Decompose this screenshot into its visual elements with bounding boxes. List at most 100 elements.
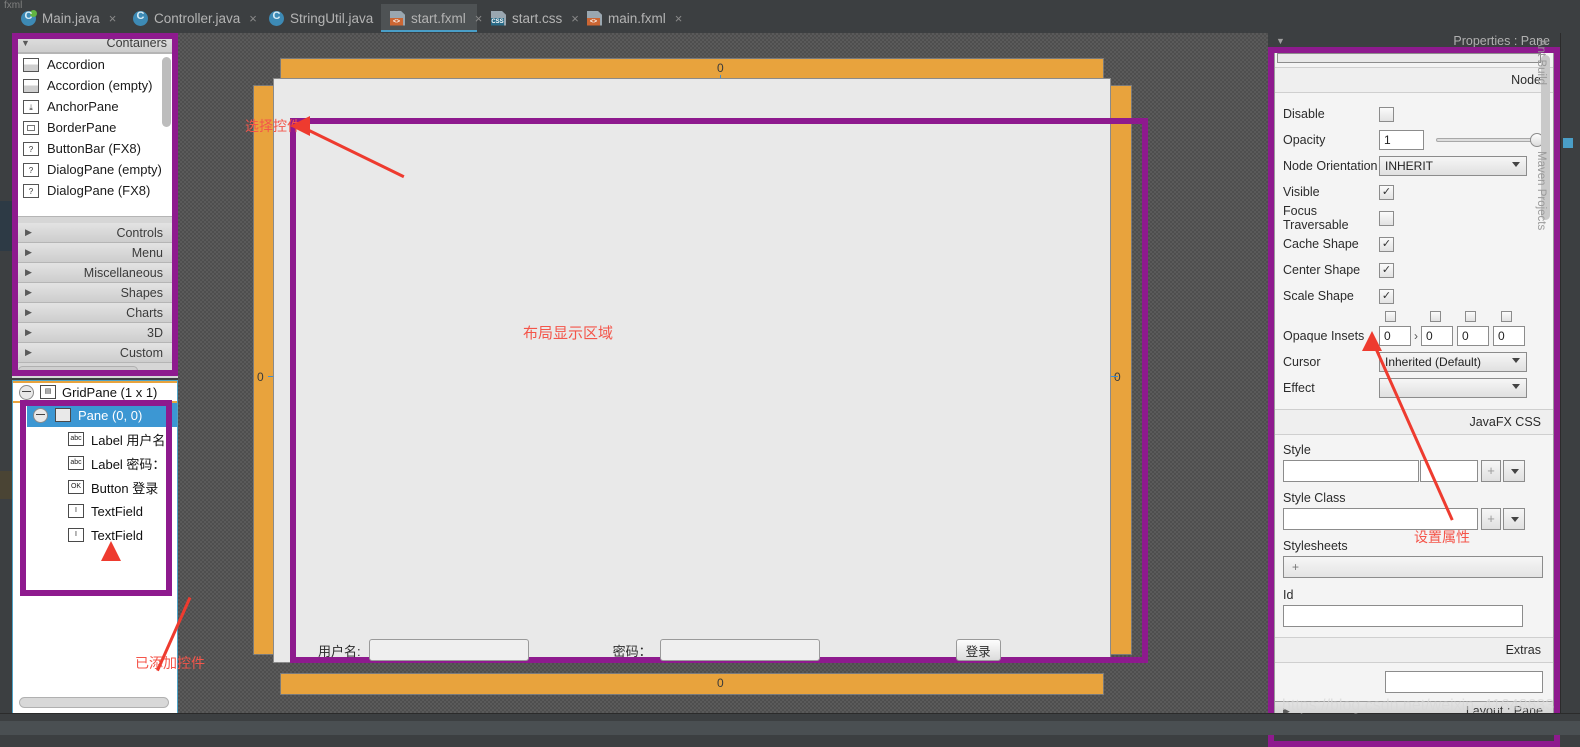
- annotation-arrowhead-set-properties: [1362, 331, 1382, 351]
- borderpane-icon: [23, 120, 39, 135]
- java-class-icon: [269, 10, 284, 26]
- fxml-badge: <>: [587, 17, 600, 26]
- collapse-toggle-icon[interactable]: [19, 384, 34, 400]
- gutter-value-top: 0: [717, 61, 724, 75]
- grid-row-gutter-top[interactable]: [280, 58, 1104, 80]
- button-icon: OK: [68, 480, 84, 494]
- hierarchy-horizontal-scrollbar[interactable]: [19, 697, 169, 708]
- library-section-label: 3D: [147, 325, 163, 340]
- library-item-anchorpane[interactable]: ⤓ AnchorPane: [17, 96, 173, 117]
- grid-row-gutter-bottom[interactable]: [280, 673, 1104, 695]
- library-item-dialogpane-fx8[interactable]: ? DialogPane (FX8): [17, 180, 173, 201]
- hierarchy-node-button-login[interactable]: OK Button 登录: [13, 475, 177, 499]
- editor-tab-label: Controller.java: [154, 10, 241, 26]
- hierarchy-node-label-password[interactable]: abc Label 密码：: [13, 451, 177, 475]
- username-input[interactable]: [368, 639, 529, 661]
- library-item-buttonbar[interactable]: ? ButtonBar (FX8): [17, 138, 173, 159]
- close-icon[interactable]: ×: [675, 11, 683, 26]
- editor-tab-label: Main.java: [42, 10, 100, 26]
- editor-tab-main-fxml[interactable]: <> main.fxml ×: [578, 4, 682, 32]
- login-button[interactable]: 登录: [955, 639, 1001, 661]
- hierarchy-node-pane[interactable]: Pane (0, 0): [27, 403, 177, 427]
- library-sections: ▶ Controls ▶ Menu ▶ Miscellaneous ▶ Shap…: [16, 223, 174, 363]
- watermark: https://blog.csdn.net/weixin_41648633: [1282, 697, 1555, 714]
- password-input[interactable]: [659, 639, 820, 661]
- chevron-down-icon: ▼: [21, 37, 30, 48]
- hierarchy-node-textfield-1[interactable]: I TextField: [13, 499, 177, 523]
- chevron-right-icon: ▶: [25, 347, 32, 357]
- pane-icon: [55, 408, 71, 422]
- hierarchy-node-label: Label 用户名:: [91, 432, 170, 448]
- tool-tab-maven-projects[interactable]: Maven Projects: [1535, 151, 1547, 230]
- annotation-added-controls: 已添加控件: [135, 655, 205, 671]
- hierarchy-node-textfield-2[interactable]: I TextField: [13, 523, 177, 547]
- accordion-icon: [23, 57, 39, 72]
- library-item-list[interactable]: Accordion Accordion (empty) ⤓ AnchorPane…: [16, 53, 174, 217]
- library-section-containers[interactable]: ▼ Containers: [12, 33, 178, 53]
- close-icon[interactable]: ×: [249, 11, 257, 26]
- hierarchy-node-label-username[interactable]: abc Label 用户名:: [13, 427, 177, 451]
- library-item-label: AnchorPane: [47, 99, 119, 114]
- properties-panel-highlight: [1268, 47, 1560, 747]
- library-section-3d[interactable]: ▶ 3D: [16, 323, 174, 343]
- library-section-controls[interactable]: ▶ Controls: [16, 223, 174, 243]
- library-section-miscellaneous[interactable]: ▶ Miscellaneous: [16, 263, 174, 283]
- library-section-label: Custom: [119, 345, 163, 360]
- library-section-shapes[interactable]: ▶ Shapes: [16, 283, 174, 303]
- left-strip-marker-project[interactable]: [0, 201, 12, 251]
- close-icon[interactable]: ×: [109, 11, 117, 26]
- library-item-accordion-empty[interactable]: Accordion (empty): [17, 75, 173, 96]
- pane-selection-outline[interactable]: [290, 118, 1148, 663]
- textfield-icon: I: [68, 504, 84, 518]
- annotation-arrowhead-select-control: [290, 116, 310, 136]
- library-section-custom[interactable]: ▶ Custom: [16, 343, 174, 363]
- left-strip-marker-structure[interactable]: [0, 471, 12, 499]
- hierarchy-node-label: TextField: [91, 503, 144, 519]
- library-item-accordion[interactable]: Accordion: [17, 54, 173, 75]
- tool-tab-ant-build[interactable]: Ant Build: [1535, 39, 1547, 85]
- hierarchy-node-label: Pane (0, 0): [78, 407, 143, 423]
- library-list-horizontal-scrollbar[interactable]: [18, 366, 138, 375]
- hierarchy-node-gridpane[interactable]: ▤ GridPane (1 x 1): [13, 381, 177, 403]
- maven-icon: [1563, 138, 1573, 148]
- collapse-toggle-icon[interactable]: [33, 407, 48, 423]
- taskbar: [0, 721, 1580, 735]
- editor-tab-label: start.css: [512, 10, 563, 26]
- gridpane-icon: ▤: [40, 385, 56, 399]
- library-section-charts[interactable]: ▶ Charts: [16, 303, 174, 323]
- library-section-label: Menu: [131, 245, 163, 260]
- library-item-label: Accordion: [47, 57, 105, 72]
- chevron-down-icon: ▼: [1276, 36, 1285, 46]
- chevron-right-icon: ▶: [25, 327, 32, 337]
- unknown-icon: ?: [23, 162, 39, 177]
- chevron-right-icon: ▶: [25, 287, 32, 297]
- library-section-label: Miscellaneous: [83, 265, 163, 280]
- editor-tab-stringutil-java[interactable]: StringUtil.java ×: [260, 4, 390, 32]
- library-item-dialogpane-empty[interactable]: ? DialogPane (empty): [17, 159, 173, 180]
- unknown-icon: ?: [23, 141, 39, 156]
- library-section-menu[interactable]: ▶ Menu: [16, 243, 174, 263]
- library-item-borderpane[interactable]: BorderPane: [17, 117, 173, 138]
- editor-tab-main-java[interactable]: Main.java ×: [12, 4, 124, 32]
- login-form: 用户名: 密码： 登录: [318, 630, 1008, 670]
- accordion-empty-icon: [23, 78, 39, 93]
- textfield-icon: I: [68, 528, 84, 542]
- hierarchy-node-label: GridPane (1 x 1): [62, 384, 158, 400]
- java-class-icon: [21, 9, 37, 26]
- fxml-badge: <>: [390, 17, 403, 26]
- scene-builder-canvas[interactable]: 0 0 0 0 布局显示区域 用户名: 密码： 登录: [178, 33, 1268, 735]
- editor-tab-controller-java[interactable]: Controller.java ×: [124, 4, 260, 32]
- library-list-vertical-scrollbar[interactable]: [162, 57, 171, 127]
- chevron-right-icon: ▶: [25, 247, 32, 257]
- anchorpane-icon: ⤓: [23, 99, 39, 114]
- editor-tab-start-css[interactable]: CSS start.css ×: [482, 4, 579, 32]
- library-item-label: DialogPane (empty): [47, 162, 162, 177]
- library-section-label: Charts: [126, 305, 163, 320]
- library-section-label: Shapes: [120, 285, 163, 300]
- library-panel: ▼ Containers Accordion Accordion (empty)…: [12, 33, 178, 378]
- library-item-label: DialogPane (FX8): [47, 183, 151, 198]
- unknown-icon: ?: [23, 183, 39, 198]
- editor-tab-start-fxml[interactable]: <> start.fxml ×: [381, 4, 482, 32]
- username-label: 用户名:: [318, 643, 361, 659]
- editor-tab-label: StringUtil.java: [290, 10, 374, 26]
